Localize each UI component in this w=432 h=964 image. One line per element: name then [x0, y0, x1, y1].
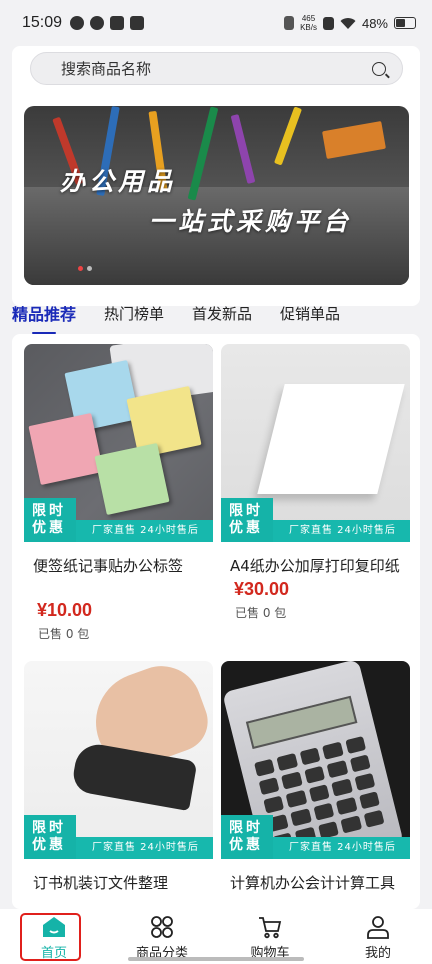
- network-speed-value: 465: [301, 14, 316, 23]
- product-image: 限时 优惠 厂家直售 24小时售后: [221, 661, 410, 859]
- product-title: 计算机办公会计计算工具: [230, 874, 396, 892]
- banner-subtitle: 一站式采购平台: [149, 207, 353, 236]
- network-speed-unit: KB/s: [300, 23, 317, 32]
- search-placeholder: 搜索商品名称: [61, 60, 152, 78]
- category-grid-icon: [149, 915, 175, 939]
- wifi-icon: [340, 17, 356, 29]
- product-card[interactable]: 限时 优惠 厂家直售 24小时售后 A4纸办公加厚打印复印纸 ¥30.00 已售 …: [221, 344, 410, 621]
- product-title: 便签纸记事贴办公标签: [33, 557, 184, 575]
- status-notification-icons: [70, 16, 145, 30]
- product-card[interactable]: 限时 优惠 厂家直售 24小时售后 便签纸记事贴办公标签 ¥10.00 已售 0 …: [24, 344, 213, 642]
- product-price: ¥10.00: [37, 600, 93, 620]
- tab-hot-ranking[interactable]: 热门榜单: [104, 303, 164, 324]
- nav-profile-label: 我的: [364, 946, 391, 961]
- product-image: 限时 优惠 厂家直售 24小时售后: [221, 344, 410, 542]
- app-notification-icon: [90, 16, 105, 30]
- home-highlight-box: [20, 913, 81, 961]
- product-title: 订书机装订文件整理: [33, 874, 169, 892]
- product-sold: 已售 0 包: [38, 627, 90, 641]
- product-image: 限时 优惠 厂家直售 24小时售后: [24, 344, 213, 542]
- status-time: 15:09: [22, 14, 63, 31]
- sticky-note: [28, 413, 104, 485]
- promo-banner: 限时 优惠 厂家直售 24小时售后: [24, 815, 213, 859]
- play-app-icon: [130, 16, 145, 30]
- promo-banner: 限时 优惠 厂家直售 24小时售后: [24, 498, 213, 542]
- banner-pen: [273, 106, 303, 166]
- product-title: A4纸办公加厚打印复印纸: [230, 557, 400, 575]
- product-image: 限时 优惠 厂家直售 24小时售后: [24, 661, 213, 859]
- sticky-note: [94, 443, 170, 515]
- cart-icon: [257, 915, 283, 939]
- promo-tag: 限时 优惠: [221, 498, 273, 542]
- promo-tag: 限时 优惠: [24, 815, 76, 859]
- promo-tag: 限时 优惠: [221, 815, 273, 859]
- category-tabs: 精品推荐 热门榜单 首发新品 促销单品: [0, 298, 432, 334]
- status-right: 465 KB/s 48%: [284, 14, 416, 32]
- banner-dot: [78, 266, 83, 271]
- crown-icon: [70, 16, 85, 30]
- product-sold: 已售 0 包: [235, 606, 287, 620]
- product-price: ¥30.00: [234, 579, 290, 599]
- banner[interactable]: 办公用品 一站式采购平台: [24, 106, 409, 285]
- tab-promotions[interactable]: 促销单品: [280, 303, 340, 324]
- sim-off-icon: [322, 16, 334, 30]
- nav-profile[interactable]: 我的: [324, 909, 432, 964]
- promo-bar: 厂家直售 24小时售后: [273, 520, 410, 542]
- nav-cart[interactable]: 购物车: [216, 909, 324, 964]
- status-bar: 15:09 465 KB/s 48%: [0, 0, 432, 46]
- promo-bar: 厂家直售 24小时售后: [273, 837, 410, 859]
- promo-tag: 限时 优惠: [24, 498, 76, 542]
- product-card[interactable]: 限时 优惠 厂家直售 24小时售后 计算机办公会计计算工具: [221, 661, 410, 894]
- tab-featured[interactable]: 精品推荐: [12, 301, 76, 334]
- battery-icon: [394, 17, 416, 29]
- banner-pagination: [78, 266, 92, 271]
- promo-banner: 限时 优惠 厂家直售 24小时售后: [221, 815, 410, 859]
- banner-title: 办公用品: [60, 167, 177, 196]
- user-icon: [365, 915, 391, 939]
- battery-percent: 48%: [361, 15, 388, 31]
- app-badge-icon: [110, 16, 125, 30]
- vibrate-icon: [284, 16, 295, 30]
- tab-new-arrivals[interactable]: 首发新品: [192, 303, 252, 324]
- promo-bar: 厂家直售 24小时售后: [76, 837, 213, 859]
- promo-banner: 限时 优惠 厂家直售 24小时售后: [221, 498, 410, 542]
- paper-stack-illustration: [257, 384, 405, 494]
- search-input[interactable]: 搜索商品名称: [30, 52, 403, 85]
- product-card[interactable]: 限时 优惠 厂家直售 24小时售后 订书机装订文件整理: [24, 661, 213, 894]
- promo-bar: 厂家直售 24小时售后: [76, 520, 213, 542]
- banner-pencil-case: [322, 121, 386, 159]
- banner-pen: [230, 114, 256, 184]
- search-icon[interactable]: [372, 61, 386, 76]
- nav-categories[interactable]: 商品分类: [108, 909, 216, 964]
- banner-dot: [87, 266, 92, 271]
- gesture-bar: [128, 957, 304, 961]
- network-speed: 465 KB/s: [300, 14, 317, 32]
